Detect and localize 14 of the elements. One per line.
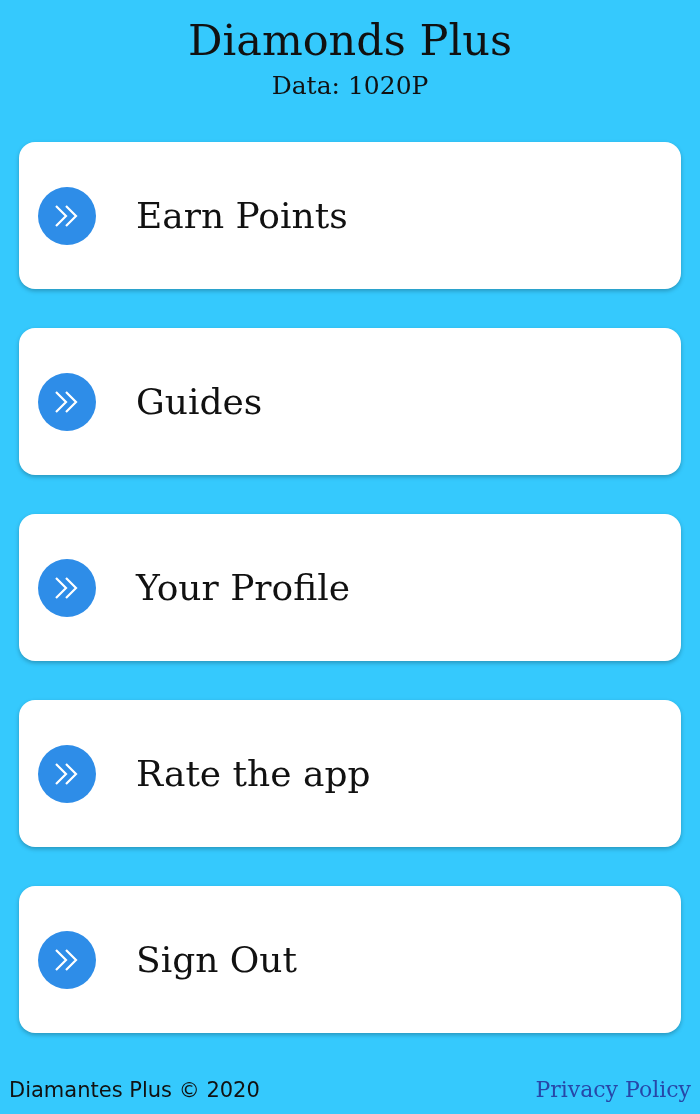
app-title: Diamonds Plus [187,14,513,67]
menu-card[interactable]: Rate the app [19,700,681,847]
double-chevron-icon [38,744,96,803]
points-balance: Data: 1020P [270,70,430,102]
double-chevron-icon [38,372,96,431]
menu-card[interactable]: Your Profile [19,514,681,661]
privacy-policy-link[interactable]: Privacy Policy [535,1077,691,1102]
copyright-text: Diamantes Plus © 2020 [9,1077,260,1102]
menu-card[interactable]: Guides [19,328,681,475]
double-chevron-icon [38,186,96,245]
double-chevron-icon [38,930,96,989]
menu-card[interactable]: Sign Out [19,886,681,1033]
double-chevron-icon [38,558,96,617]
menu-card[interactable]: Earn Points [19,142,681,289]
